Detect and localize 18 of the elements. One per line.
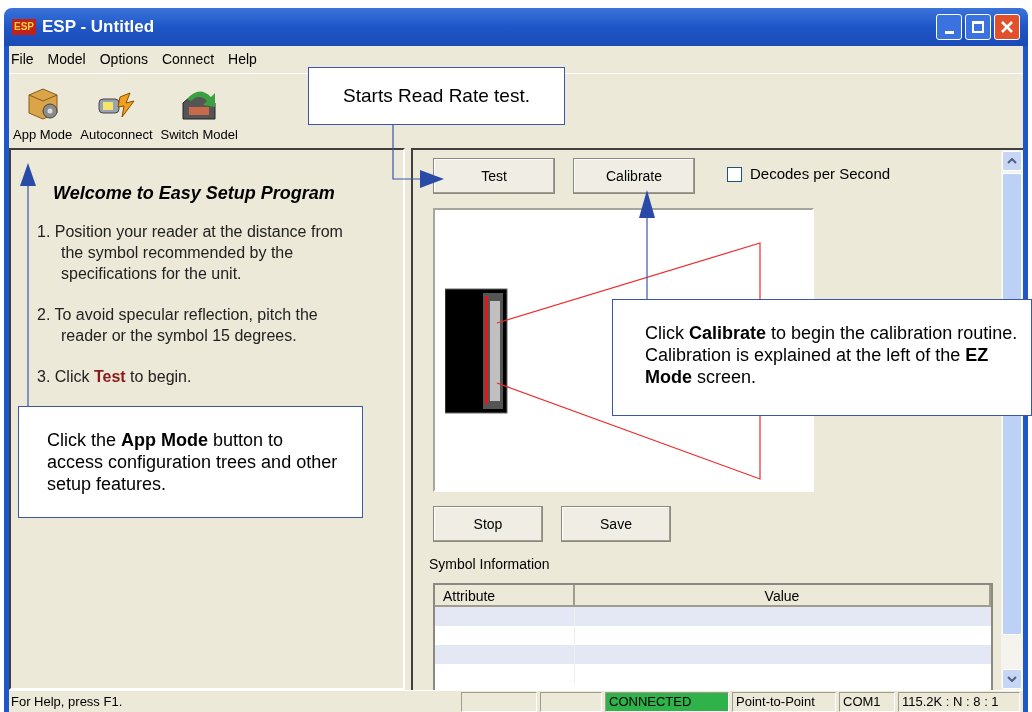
callout-box: Click the App Mode button to access configuration trees and other setup features. xyxy=(18,406,363,518)
status-pane: 115.2K : N : 8 : 1 xyxy=(898,691,1020,712)
status-pane: Point-to-Point xyxy=(732,691,836,712)
instruction-text: the symbol recommended by the xyxy=(61,243,295,263)
callout-box: Starts Read Rate test. xyxy=(308,67,565,125)
app-logo: ESP xyxy=(12,19,36,35)
instruction-text: 3. Click Test to begin. xyxy=(37,367,193,387)
instruction-text: 2. To avoid specular reflection, pitch the xyxy=(37,305,319,325)
status-pane: COM1 xyxy=(839,691,895,712)
window-title: ESP - Untitled xyxy=(42,16,155,39)
instruction-text: specifications for the unit. xyxy=(61,264,243,284)
callout-tooltip: Click Calibrate to begin the calibration routine. Calibration is explained at the left of the EZ Mode screen. xyxy=(612,299,1032,416)
status-pane: CONNECTED xyxy=(605,691,729,712)
section-label: Symbol Information xyxy=(429,555,551,574)
status-text: For Help, press F1. xyxy=(10,692,124,711)
instruction-text: 1. Position your reader at the distance from xyxy=(37,222,344,242)
instruction-text: reader or the symbol 15 degrees. xyxy=(61,326,298,346)
panel-heading: Welcome to Easy Setup Program xyxy=(53,182,336,205)
